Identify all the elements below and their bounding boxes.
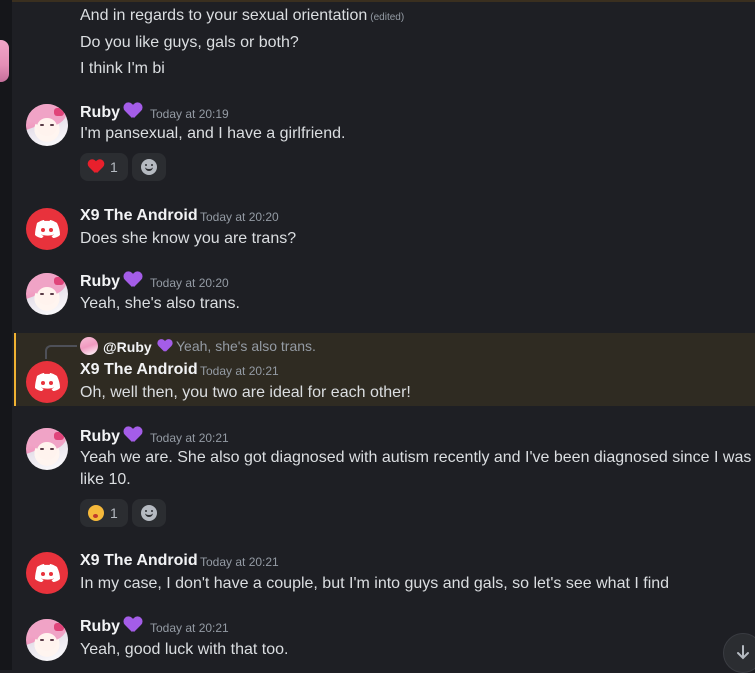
message-text: Yeah we are. She also got diagnosed with… — [80, 449, 752, 488]
reaction-count: 1 — [110, 505, 118, 521]
add-reaction-button[interactable] — [132, 153, 166, 181]
message-text: Oh, well then, you two are ideal for eac… — [80, 384, 411, 401]
message-text: Yeah, she's also trans. — [80, 295, 240, 312]
add-reaction-icon — [141, 159, 157, 175]
kissing-face-icon — [88, 505, 104, 521]
add-reaction-icon — [141, 505, 157, 521]
purple-heart-icon — [124, 103, 142, 119]
message-text: And in regards to your sexual orientatio… — [80, 7, 405, 24]
timestamp: Today at 20:21 — [200, 555, 279, 569]
timestamp: Today at 20:19 — [150, 107, 229, 121]
username[interactable]: Ruby — [80, 617, 142, 636]
message-text: Does she know you are trans? — [80, 230, 297, 247]
discord-logo-icon — [35, 564, 60, 582]
timestamp: Today at 20:21 — [200, 364, 279, 378]
reply-mention[interactable]: @Ruby — [103, 338, 174, 355]
purple-heart-icon — [124, 427, 142, 443]
discord-logo-icon — [35, 220, 60, 238]
jump-to-bottom-button[interactable] — [723, 633, 755, 673]
red-heart-icon — [88, 160, 104, 174]
timestamp: Today at 20:21 — [150, 621, 229, 635]
purple-heart-icon — [124, 272, 142, 288]
chat-log: And in regards to your sexual orientatio… — [0, 0, 755, 673]
username[interactable]: X9 The Android — [80, 207, 198, 225]
top-divider — [0, 0, 755, 2]
reply-avatar[interactable] — [80, 337, 98, 355]
reaction-count: 1 — [110, 159, 118, 175]
server-rail — [0, 0, 12, 670]
message-text: I'm pansexual, and I have a girlfriend. — [80, 125, 346, 142]
arrow-down-icon — [737, 645, 749, 660]
timestamp: Today at 20:21 — [150, 431, 229, 445]
avatar-ruby[interactable] — [26, 428, 68, 470]
reaction-kiss[interactable]: 1 — [80, 499, 128, 527]
reaction-heart[interactable]: 1 — [80, 153, 128, 181]
avatar-x9[interactable] — [26, 361, 68, 403]
add-reaction-button[interactable] — [132, 499, 166, 527]
discord-logo-icon — [35, 373, 60, 391]
username[interactable]: X9 The Android — [80, 552, 198, 570]
timestamp: Today at 20:20 — [150, 276, 229, 290]
edited-label: (edited) — [370, 12, 405, 23]
avatar-ruby[interactable] — [26, 273, 68, 315]
username[interactable]: Ruby — [80, 103, 142, 122]
avatar-x9[interactable] — [26, 208, 68, 250]
purple-heart-icon — [124, 617, 142, 633]
purple-heart-icon — [157, 340, 171, 353]
message-text: In my case, I don't have a couple, but I… — [80, 575, 670, 592]
avatar-x9[interactable] — [26, 552, 68, 594]
username[interactable]: Ruby — [80, 272, 142, 291]
avatar-ruby[interactable] — [26, 104, 68, 146]
username[interactable]: X9 The Android — [80, 361, 198, 379]
reply-connector — [45, 345, 77, 359]
reply-preview[interactable]: Yeah, she's also trans. — [176, 338, 316, 354]
timestamp: Today at 20:20 — [200, 210, 279, 224]
message-text: Do you like guys, gals or both? — [80, 34, 299, 51]
username[interactable]: Ruby — [80, 427, 142, 446]
message-text: Yeah, good luck with that too. — [80, 641, 289, 658]
message-text: I think I'm bi — [80, 60, 165, 77]
avatar-ruby[interactable] — [26, 619, 68, 661]
server-icon-peek[interactable] — [0, 40, 9, 82]
